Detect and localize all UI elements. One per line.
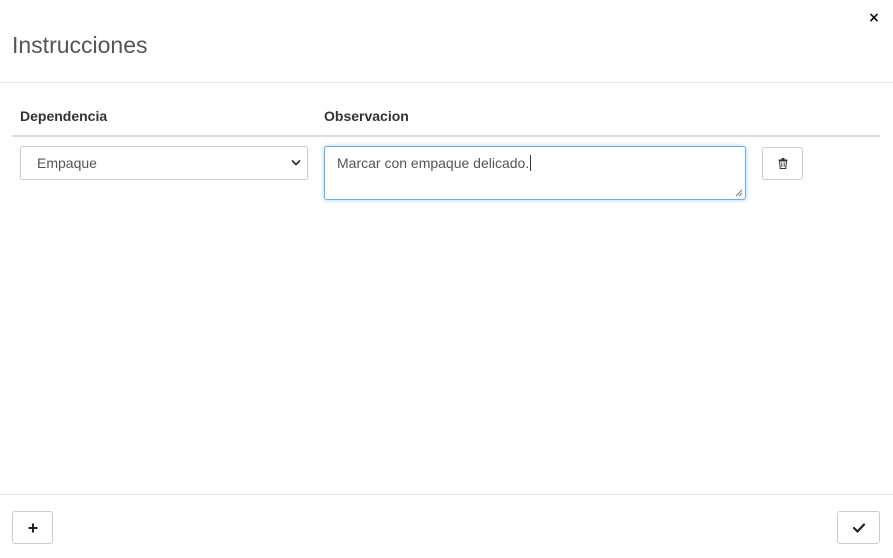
confirm-button[interactable]	[837, 511, 880, 544]
chevron-down-icon	[291, 160, 301, 166]
close-icon: ×	[868, 10, 880, 26]
table-row: Empaque Marcar con empaque delicado.	[12, 137, 880, 207]
dependencia-select[interactable]: Empaque	[20, 146, 308, 180]
plus-icon	[28, 523, 37, 532]
add-row-button[interactable]	[12, 511, 53, 544]
instructions-table: Dependencia Observacion Empaque Marcar c…	[12, 100, 880, 207]
check-icon	[852, 522, 865, 533]
dependencia-select-value: Empaque	[37, 155, 97, 171]
text-caret	[530, 155, 532, 171]
delete-row-button[interactable]	[762, 147, 803, 180]
observacion-value: Marcar con empaque delicado.	[337, 155, 530, 171]
observacion-textarea[interactable]: Marcar con empaque delicado.	[324, 146, 746, 200]
modal-title: Instrucciones	[12, 32, 148, 58]
instructions-modal: Instrucciones × Dependencia Observacion …	[0, 0, 893, 558]
trash-icon	[778, 158, 788, 169]
column-header-observacion: Observacion	[324, 108, 409, 124]
resize-grip-icon[interactable]	[735, 189, 743, 197]
modal-footer	[0, 494, 893, 558]
table-header: Dependencia Observacion	[12, 100, 880, 137]
modal-header: Instrucciones ×	[0, 0, 893, 83]
observacion-text: Marcar con empaque delicado.	[337, 155, 532, 171]
column-header-dependencia: Dependencia	[20, 108, 108, 124]
close-button[interactable]: ×	[867, 10, 881, 26]
